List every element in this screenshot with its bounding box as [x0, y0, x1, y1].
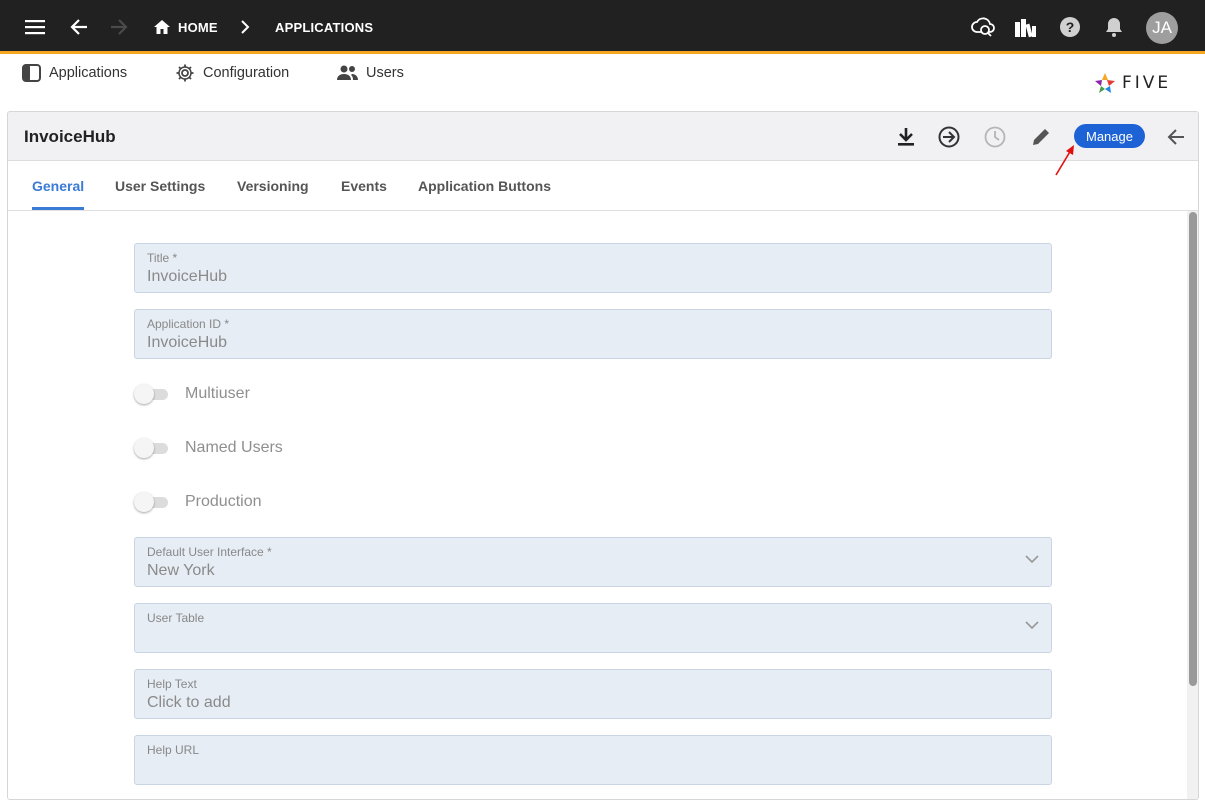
default-user-interface-select[interactable]: Default User Interface * New York — [134, 537, 1052, 587]
tab-application-buttons[interactable]: Application Buttons — [418, 178, 551, 194]
named-users-toggle[interactable] — [134, 437, 170, 459]
toggle-label: Production — [185, 493, 262, 510]
field-value: InvoiceHub — [147, 334, 228, 351]
card-header: InvoiceHub Manage — [8, 112, 1198, 161]
library-icon[interactable] — [1012, 13, 1040, 41]
chevron-down-icon — [1025, 555, 1039, 564]
multiuser-toggle[interactable] — [134, 383, 170, 405]
help-url-field[interactable]: Help URL — [134, 735, 1052, 785]
application-form-card: InvoiceHub Manage General User Settings … — [7, 111, 1199, 800]
field-label: Help Text — [147, 677, 197, 691]
bell-icon[interactable] — [1100, 13, 1128, 41]
field-label: Help URL — [147, 743, 200, 757]
five-logo: FIVE — [1094, 72, 1171, 94]
back-arrow-icon[interactable] — [1163, 124, 1189, 150]
active-tab-indicator — [32, 207, 84, 210]
help-text-field[interactable]: Help Text Click to add — [134, 669, 1052, 719]
manage-button[interactable]: Manage — [1074, 124, 1145, 148]
gear-icon — [176, 64, 194, 82]
top-app-bar: HOME APPLICATIONS ? JA — [0, 0, 1205, 54]
subnav-label: Users — [366, 65, 404, 81]
avatar[interactable]: JA — [1146, 12, 1178, 44]
production-toggle-row: Production — [134, 491, 262, 513]
history-icon[interactable] — [982, 124, 1008, 150]
breadcrumb-home[interactable]: HOME — [178, 20, 218, 35]
five-logo-icon — [1095, 73, 1115, 93]
field-value: Click to add — [147, 694, 231, 711]
toggle-label: Named Users — [185, 439, 283, 456]
edit-icon[interactable] — [1028, 124, 1054, 150]
login-icon[interactable] — [936, 124, 962, 150]
tab-bar: General User Settings Versioning Events … — [8, 161, 1198, 211]
svg-text:?: ? — [1066, 19, 1075, 35]
tab-user-settings[interactable]: User Settings — [115, 178, 205, 194]
users-icon — [337, 65, 358, 80]
named-users-toggle-row: Named Users — [134, 437, 283, 459]
tab-events[interactable]: Events — [341, 178, 387, 194]
title-field[interactable]: Title * InvoiceHub — [134, 243, 1052, 293]
download-icon[interactable] — [893, 124, 919, 150]
multiuser-toggle-row: Multiuser — [134, 383, 250, 405]
help-icon[interactable]: ? — [1056, 13, 1084, 41]
tab-general[interactable]: General — [32, 178, 84, 194]
cloud-sync-icon[interactable] — [969, 13, 997, 41]
user-table-select[interactable]: User Table — [134, 603, 1052, 653]
field-label: User Table — [147, 611, 205, 625]
chevron-down-icon — [1025, 621, 1039, 630]
logo-text: FIVE — [1122, 73, 1172, 93]
home-icon[interactable] — [148, 13, 176, 41]
page-title: InvoiceHub — [24, 127, 116, 146]
subnav-item-configuration[interactable]: Configuration — [175, 62, 289, 84]
production-toggle[interactable] — [134, 491, 170, 513]
subnav-item-applications[interactable]: Applications — [22, 62, 127, 84]
subnav-label: Configuration — [203, 65, 290, 81]
field-value: InvoiceHub — [147, 268, 228, 285]
field-label: Default User Interface * — [147, 545, 272, 559]
annotation-arrow-icon — [1055, 145, 1074, 176]
subnav-item-users[interactable]: Users — [337, 62, 404, 84]
toggle-label: Multiuser — [185, 385, 250, 402]
scrollbar-thumb[interactable] — [1189, 212, 1197, 686]
application-id-field[interactable]: Application ID * InvoiceHub — [134, 309, 1052, 359]
forward-arrow-icon[interactable] — [105, 13, 133, 41]
field-label: Title * — [147, 251, 178, 265]
menu-icon[interactable] — [21, 13, 49, 41]
chevron-right-icon — [231, 13, 259, 41]
field-value: New York — [147, 562, 215, 579]
panel-icon — [22, 64, 41, 82]
tab-versioning[interactable]: Versioning — [237, 178, 309, 194]
back-arrow-icon[interactable] — [65, 13, 93, 41]
breadcrumb-applications[interactable]: APPLICATIONS — [275, 20, 373, 35]
subnav-label: Applications — [49, 65, 128, 81]
field-label: Application ID * — [147, 317, 230, 331]
